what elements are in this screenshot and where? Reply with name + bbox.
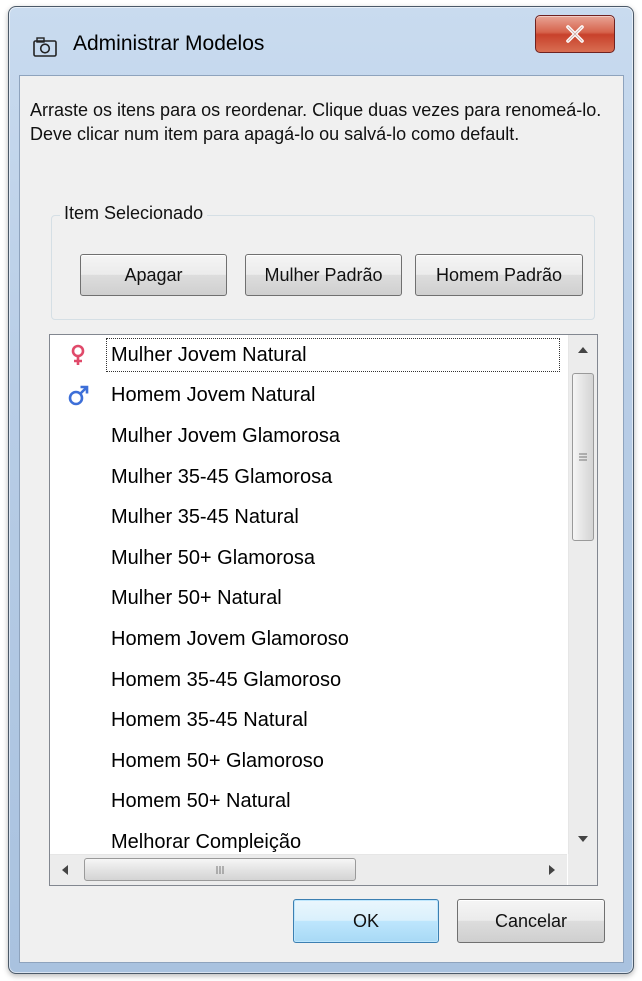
list-item-label: Mulher Jovem Glamorosa xyxy=(111,424,340,447)
vertical-scrollbar[interactable] xyxy=(568,335,597,854)
list-item[interactable]: Homem Jovem Glamoroso xyxy=(50,619,567,660)
camera-icon xyxy=(33,37,57,57)
dialog-body: Arraste os itens para os reordenar. Cliq… xyxy=(19,75,624,963)
close-button[interactable] xyxy=(535,15,615,53)
list-item-icon-slot xyxy=(50,385,106,407)
vertical-scroll-thumb[interactable] xyxy=(572,373,594,541)
list-item-label: Homem 35-45 Glamoroso xyxy=(111,668,342,691)
list-item-label-wrap: Homem Jovem Natural xyxy=(106,379,560,413)
list-item[interactable]: Mulher Jovem Natural xyxy=(50,335,567,376)
list-item-label: Mulher 50+ Natural xyxy=(111,587,282,610)
list-item-label-wrap: Melhorar Compleição xyxy=(106,825,560,854)
female-default-button[interactable]: Mulher Padrão xyxy=(245,254,402,296)
list-item-label-wrap: Mulher 50+ Natural xyxy=(106,582,560,616)
list-item-label-wrap: Mulher 35-45 Natural xyxy=(106,501,560,535)
horizontal-scroll-thumb[interactable] xyxy=(84,858,356,881)
male-symbol-icon xyxy=(67,385,89,407)
scroll-right-arrow-icon[interactable] xyxy=(537,855,567,885)
list-item-label-wrap: Homem 35-45 Natural xyxy=(106,704,560,738)
delete-button[interactable]: Apagar xyxy=(80,254,227,296)
list-item-label-wrap: Homem 50+ Natural xyxy=(106,785,560,819)
list-item[interactable]: Homem Jovem Natural xyxy=(50,376,567,417)
list-item-label-wrap: Homem 35-45 Glamoroso xyxy=(106,663,560,697)
list-item-label: Homem 35-45 Natural xyxy=(111,709,308,732)
list-item-label: Melhorar Compleição xyxy=(111,830,302,853)
list-item-label: Mulher 35-45 Natural xyxy=(111,506,299,529)
list-item[interactable]: Mulher Jovem Glamorosa xyxy=(50,416,567,457)
close-icon xyxy=(566,25,584,43)
list-item[interactable]: Homem 50+ Glamoroso xyxy=(50,741,567,782)
scrollbar-corner xyxy=(568,854,597,885)
list-item-label: Homem Jovem Natural xyxy=(111,384,316,407)
list-item-icon-slot xyxy=(50,344,106,366)
instructions-text: Arraste os itens para os reordenar. Cliq… xyxy=(30,100,602,144)
list-item-label: Mulher Jovem Natural xyxy=(111,343,307,366)
scroll-left-arrow-icon[interactable] xyxy=(50,855,80,885)
grip-icon xyxy=(216,865,224,874)
list-item[interactable]: Homem 35-45 Natural xyxy=(50,700,567,741)
list-item-label-wrap: Mulher Jovem Natural xyxy=(106,338,560,373)
male-default-button[interactable]: Homem Padrão xyxy=(415,254,583,296)
horizontal-scrollbar[interactable] xyxy=(50,854,567,885)
list-item-label: Mulher 50+ Glamorosa xyxy=(111,546,315,569)
models-listbox[interactable]: Mulher Jovem Natural Homem Jovem Natural M… xyxy=(49,334,598,886)
scroll-down-arrow-icon[interactable] xyxy=(569,824,597,854)
cancel-button[interactable]: Cancelar xyxy=(457,899,605,943)
models-list: Mulher Jovem Natural Homem Jovem Natural M… xyxy=(50,335,567,854)
list-item[interactable]: Mulher 50+ Natural xyxy=(50,579,567,620)
window-title: Administrar Modelos xyxy=(73,32,265,55)
list-item-label-wrap: Mulher 35-45 Glamorosa xyxy=(106,460,560,494)
list-item[interactable]: Homem 35-45 Glamoroso xyxy=(50,660,567,701)
ok-button[interactable]: OK xyxy=(293,899,439,943)
list-item-label-wrap: Homem 50+ Glamoroso xyxy=(106,744,560,778)
list-item-label: Homem Jovem Glamoroso xyxy=(111,627,349,650)
list-item-label: Homem 50+ Natural xyxy=(111,790,291,813)
list-item[interactable]: Homem 50+ Natural xyxy=(50,782,567,823)
grip-icon xyxy=(579,453,587,461)
list-item-label: Mulher 35-45 Glamorosa xyxy=(111,465,333,488)
list-item[interactable]: Mulher 35-45 Glamorosa xyxy=(50,457,567,498)
title-bar[interactable]: Administrar Modelos xyxy=(9,7,633,75)
list-item-label-wrap: Mulher 50+ Glamorosa xyxy=(106,541,560,575)
scroll-up-arrow-icon[interactable] xyxy=(569,335,597,365)
female-symbol-icon xyxy=(70,344,86,366)
list-item[interactable]: Mulher 35-45 Natural xyxy=(50,497,567,538)
selected-item-group-label: Item Selecionado xyxy=(60,202,208,224)
list-item[interactable]: Mulher 50+ Glamorosa xyxy=(50,538,567,579)
list-item-label-wrap: Homem Jovem Glamoroso xyxy=(106,622,560,656)
list-item[interactable]: Melhorar Compleição xyxy=(50,822,567,854)
list-item-label-wrap: Mulher Jovem Glamorosa xyxy=(106,419,560,453)
dialog-window: Administrar Modelos Arraste os itens par… xyxy=(8,6,634,974)
list-item-label: Homem 50+ Glamoroso xyxy=(111,749,324,772)
